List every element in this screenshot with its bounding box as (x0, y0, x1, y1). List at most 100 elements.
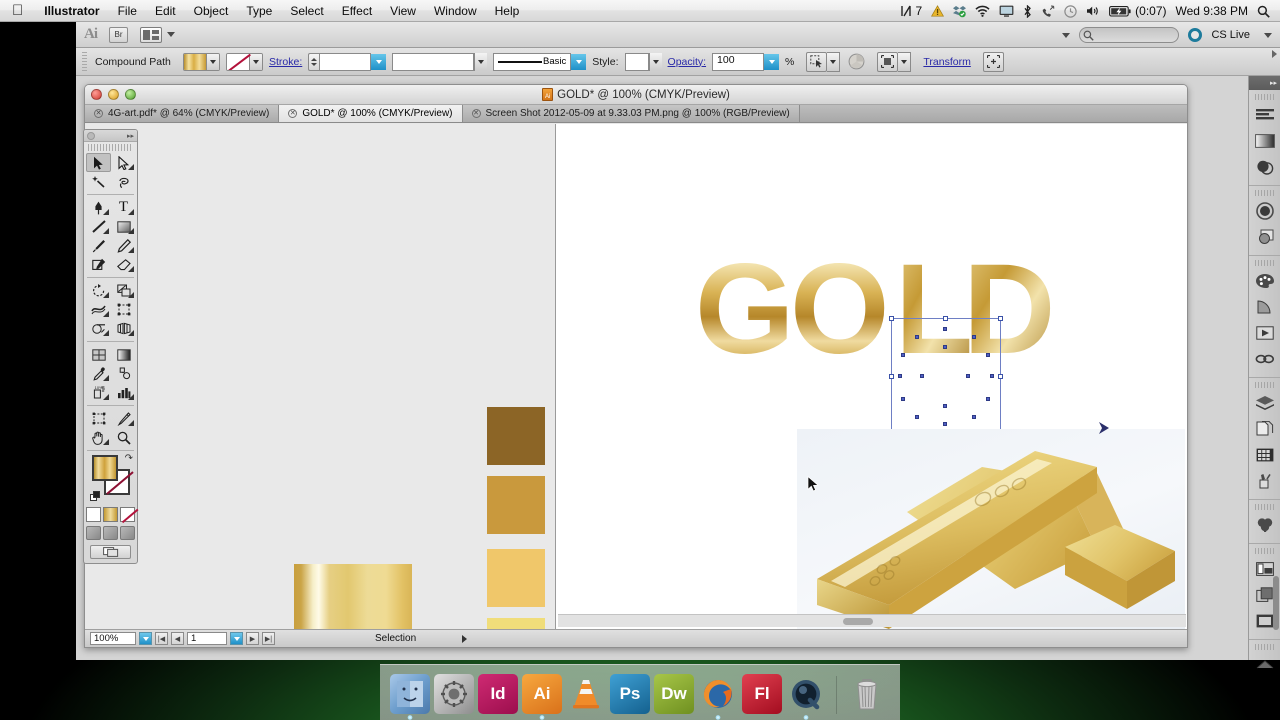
selection-handle[interactable] (998, 316, 1003, 321)
dock-item-illustrator[interactable]: Ai (522, 674, 562, 720)
brush-definition-control[interactable]: Basic (493, 52, 587, 71)
tools-panel-header[interactable]: ▸▸ (84, 130, 137, 142)
tool-flyout-indicator[interactable] (103, 394, 109, 400)
graphic-styles-panel-icon[interactable] (1249, 224, 1280, 250)
menu-item-view[interactable]: View (381, 0, 425, 22)
align-control[interactable] (877, 51, 912, 72)
previous-artboard-button[interactable]: ◀ (171, 632, 184, 645)
zoom-tool[interactable] (111, 428, 136, 447)
stroke-profile-chevron-down-icon[interactable] (474, 52, 488, 71)
tools-panel-collapse-button[interactable] (87, 131, 95, 140)
tool-flyout-indicator[interactable] (128, 164, 134, 170)
slice-tool[interactable] (111, 409, 136, 428)
apple-logo-icon[interactable]:  (12, 3, 23, 18)
draw-inside-button[interactable] (120, 526, 135, 540)
path-anchor-point[interactable] (972, 415, 976, 419)
blob-brush-tool[interactable] (86, 255, 111, 274)
panel-group-grip[interactable] (1255, 94, 1274, 100)
stroke-weight-stepper[interactable] (308, 52, 320, 71)
perspective-grid-tool[interactable] (111, 319, 136, 338)
selection-handle[interactable] (889, 316, 894, 321)
dock-item-flash[interactable]: Fl (742, 674, 782, 714)
tool-flyout-indicator[interactable] (128, 209, 134, 215)
dock-item-indesign[interactable]: Id (478, 674, 518, 714)
bluetooth-icon[interactable] (1023, 4, 1032, 18)
line-segment-tool[interactable] (86, 217, 111, 236)
zoom-level-field[interactable]: 100% (90, 632, 136, 645)
stroke-profile-field[interactable] (392, 52, 475, 71)
panel-group-grip[interactable] (1255, 260, 1274, 266)
brushes-panel-icon[interactable] (1249, 468, 1280, 494)
artboard-chevron-down-icon[interactable] (230, 632, 243, 645)
spotlight-search-icon[interactable] (1257, 5, 1270, 18)
dock-item-firefox[interactable] (698, 674, 738, 720)
column-graph-tool[interactable] (111, 383, 136, 402)
distribute-objects-button[interactable] (982, 51, 1004, 72)
path-anchor-point[interactable] (898, 374, 902, 378)
transparency-panel-icon[interactable] (1249, 154, 1280, 180)
color-guide-panel-icon[interactable] (1249, 294, 1280, 320)
tool-flyout-indicator[interactable] (128, 266, 134, 272)
paintbrush-tool[interactable] (86, 236, 111, 255)
swatch-light-gold[interactable] (487, 549, 545, 607)
blend-tool[interactable] (111, 364, 136, 383)
transform-link[interactable]: Transform (923, 56, 970, 68)
none-mode-button[interactable] (120, 507, 135, 522)
close-icon[interactable]: ✕ (94, 109, 103, 118)
tool-flyout-indicator[interactable] (128, 394, 134, 400)
path-anchor-point[interactable] (901, 397, 905, 401)
appearance-panel-icon[interactable] (1249, 198, 1280, 224)
path-anchor-point[interactable] (990, 374, 994, 378)
arrange-chevron-down-icon[interactable] (167, 32, 175, 37)
path-anchor-point[interactable] (966, 374, 970, 378)
rectangle-tool[interactable] (111, 217, 136, 236)
path-anchor-point[interactable] (901, 353, 905, 357)
tool-flyout-indicator[interactable] (128, 330, 134, 336)
zoom-chevron-down-icon[interactable] (139, 632, 152, 645)
fill-swatch[interactable] (184, 53, 206, 70)
dock-item-dreamweaver[interactable]: Dw (654, 674, 694, 714)
tool-flyout-indicator[interactable] (128, 247, 134, 253)
layers-panel-icon[interactable] (1249, 390, 1280, 416)
menu-item-illustrator[interactable]: Illustrator (35, 0, 108, 22)
workspace-chevron-down-icon[interactable] (1062, 32, 1071, 38)
horizontal-scroll-thumb[interactable] (843, 618, 873, 625)
last-artboard-button[interactable]: ▶| (262, 632, 275, 645)
opacity-label[interactable]: Opacity: (668, 56, 707, 68)
control-bar-overflow-icon[interactable] (1272, 50, 1277, 58)
tool-flyout-indicator[interactable] (103, 330, 109, 336)
opacity-field[interactable]: 100 (712, 52, 765, 71)
draw-behind-button[interactable] (103, 526, 118, 540)
direct-selection-tool[interactable] (111, 153, 136, 172)
symbols-panel-icon[interactable] (1249, 320, 1280, 346)
selection-handle[interactable] (943, 316, 948, 321)
dropbox-icon[interactable] (953, 5, 967, 18)
horizontal-scrollbar[interactable] (558, 614, 1186, 627)
dock-item-vlc[interactable] (566, 674, 606, 714)
path-anchor-point[interactable] (986, 397, 990, 401)
menu-item-edit[interactable]: Edit (146, 0, 185, 22)
bridge-button[interactable]: Br (109, 26, 128, 43)
path-anchor-point[interactable] (943, 422, 947, 426)
status-menu-icon[interactable] (462, 634, 467, 643)
tools-panel-expand-icon[interactable]: ▸▸ (127, 132, 134, 140)
graphic-style-control[interactable] (624, 52, 662, 71)
tool-flyout-indicator[interactable] (103, 375, 109, 381)
menu-clock[interactable]: Wed 9:38 PM (1176, 0, 1248, 22)
search-input[interactable] (1079, 27, 1180, 43)
cs-live-chevron-down-icon[interactable] (1264, 32, 1272, 38)
tool-flyout-indicator[interactable] (103, 209, 109, 215)
swatches-panel-icon[interactable] (1249, 442, 1280, 468)
links-panel-icon[interactable] (1249, 346, 1280, 372)
cs-live-label[interactable]: CS Live (1211, 29, 1250, 41)
select-similar-objects-button[interactable] (806, 51, 828, 72)
volume-icon[interactable] (1086, 5, 1100, 17)
arrange-documents-button[interactable] (140, 26, 162, 43)
swap-fill-stroke-icon[interactable]: ↷ (125, 453, 133, 464)
type-tool[interactable]: T (111, 198, 136, 217)
path-anchor-point[interactable] (915, 415, 919, 419)
swatch-medium-gold[interactable] (487, 476, 545, 534)
document-title-bar[interactable]: Ai GOLD* @ 100% (CMYK/Preview) (85, 85, 1187, 105)
graphic-style-field[interactable] (624, 52, 649, 71)
eraser-tool[interactable] (111, 255, 136, 274)
